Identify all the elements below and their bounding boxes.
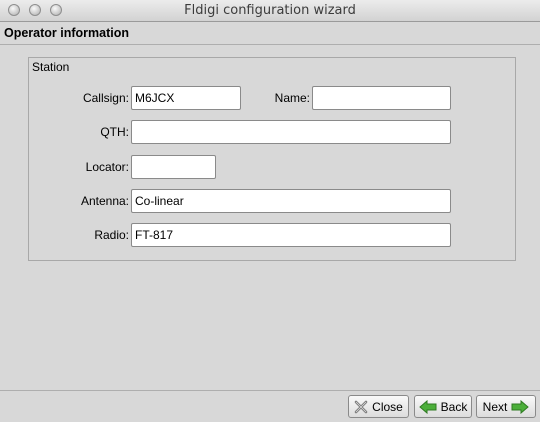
name-field[interactable] bbox=[312, 86, 451, 110]
qth-field[interactable] bbox=[131, 120, 451, 144]
arrow-right-icon bbox=[511, 399, 530, 414]
window-title: Fldigi configuration wizard bbox=[184, 3, 356, 18]
locator-field[interactable] bbox=[131, 155, 216, 179]
qth-label: QTH: bbox=[100, 125, 129, 139]
next-button-label: Next bbox=[482, 399, 508, 414]
antenna-label: Antenna: bbox=[80, 194, 129, 208]
radio-label: Radio: bbox=[94, 228, 129, 242]
footer-divider bbox=[0, 390, 540, 391]
page-title: Operator information bbox=[4, 26, 130, 40]
title-bar: Fldigi configuration wizard bbox=[0, 0, 540, 22]
header-divider bbox=[0, 44, 540, 45]
callsign-field[interactable] bbox=[131, 86, 241, 110]
close-button-label: Close bbox=[372, 399, 403, 414]
locator-label: Locator: bbox=[85, 160, 129, 174]
antenna-field[interactable] bbox=[131, 189, 451, 213]
back-button[interactable]: Back bbox=[414, 395, 472, 418]
arrow-left-icon bbox=[418, 399, 437, 414]
next-button[interactable]: Next bbox=[476, 395, 536, 418]
close-button[interactable]: Close bbox=[348, 395, 409, 418]
callsign-label: Callsign: bbox=[82, 91, 129, 105]
name-label: Name: bbox=[274, 91, 310, 105]
radio-field[interactable] bbox=[131, 223, 451, 247]
station-group-label: Station bbox=[32, 60, 70, 74]
back-button-label: Back bbox=[440, 399, 468, 414]
close-icon bbox=[354, 400, 368, 414]
